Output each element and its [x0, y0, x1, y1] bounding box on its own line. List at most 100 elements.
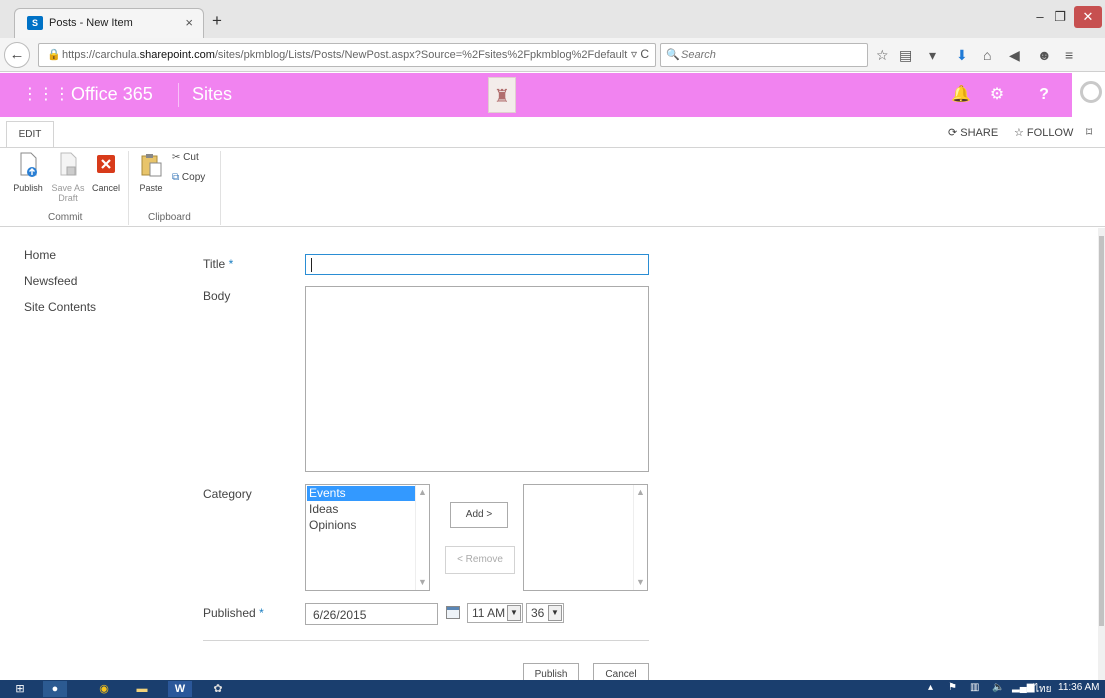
- published-date-input[interactable]: 6/26/2015: [305, 603, 438, 625]
- windows-taskbar: ⊞ ● ◉ ▬ W ✿ ▴ ⚑ ▥ 🔈 ▂▄▆ ไทย 11:36 AM: [0, 680, 1105, 698]
- office-365-brand[interactable]: Office 365: [71, 84, 153, 105]
- search-icon: 🔍: [666, 49, 680, 61]
- menu-icon[interactable]: ≡: [1065, 47, 1073, 63]
- chrome-icon[interactable]: ◉: [92, 681, 116, 697]
- close-window-button[interactable]: ✕: [1074, 6, 1102, 28]
- suite-bar: ⋮⋮⋮ Office 365 Sites ♜ 🔔 ⚙ ?: [0, 73, 1105, 117]
- category-selected-list[interactable]: ▲ ▼: [523, 484, 648, 591]
- tab-close-icon[interactable]: ×: [185, 15, 193, 30]
- search-input[interactable]: [681, 47, 861, 63]
- title-input[interactable]: [305, 254, 649, 275]
- url-text: https://carchula.sharepoint.com/sites/pk…: [62, 49, 628, 61]
- list-item-events[interactable]: Events: [307, 486, 415, 501]
- help-icon[interactable]: ?: [1027, 73, 1061, 117]
- category-label: Category: [203, 487, 252, 501]
- settings-gear-icon[interactable]: ⚙: [980, 73, 1014, 117]
- hour-select[interactable]: 11 AM ▼: [467, 603, 523, 623]
- list-item-opinions[interactable]: Opinions: [307, 518, 415, 533]
- publish-icon: [20, 152, 37, 177]
- site-logo-icon[interactable]: ♜: [488, 77, 516, 113]
- ribbon-tabs: EDIT ⟳ SHARE ☆ FOLLOW ⌑: [0, 117, 1105, 149]
- word-icon[interactable]: W: [168, 681, 192, 697]
- required-marker: *: [228, 257, 234, 271]
- tray-chevron-icon[interactable]: ▴: [928, 682, 933, 693]
- search-bar[interactable]: 🔍: [660, 43, 868, 67]
- scrollbar-thumb[interactable]: [1099, 236, 1104, 626]
- app-icon[interactable]: ✿: [206, 681, 230, 697]
- left-navigation: Home Newsfeed Site Contents: [24, 248, 96, 326]
- hour-value: 11 AM: [472, 606, 506, 620]
- cancel-ribbon-label: Cancel: [91, 183, 120, 193]
- download-icon[interactable]: ⬇: [956, 47, 968, 64]
- required-marker: *: [259, 606, 264, 620]
- network-icon[interactable]: ▥: [970, 682, 979, 693]
- focus-content-icon[interactable]: ⌑: [1086, 125, 1092, 139]
- cancel-ribbon-button[interactable]: Cancel: [89, 152, 123, 193]
- nav-item-home[interactable]: Home: [24, 248, 96, 274]
- publish-button[interactable]: Publish: [10, 152, 46, 193]
- copy-icon: ⧉: [172, 172, 180, 183]
- tab-title: Posts - New Item: [49, 17, 133, 29]
- share-icon[interactable]: ◀: [1009, 47, 1020, 64]
- body-label: Body: [203, 289, 231, 303]
- new-tab-button[interactable]: +: [212, 11, 222, 31]
- pocket-icon[interactable]: ▾: [929, 47, 936, 64]
- lock-icon: 🔒: [47, 49, 61, 61]
- calendar-icon[interactable]: [446, 606, 460, 619]
- save-as-draft-button[interactable]: Save As Draft: [49, 152, 87, 203]
- scissors-icon: ✂: [172, 152, 181, 163]
- category-available-list[interactable]: Events Ideas Opinions ▲ ▼: [305, 484, 430, 591]
- clock[interactable]: 11:36 AM: [1058, 682, 1100, 693]
- listbox-scrollbar[interactable]: ▲ ▼: [633, 485, 647, 590]
- remove-category-button[interactable]: < Remove: [445, 546, 515, 574]
- minute-value: 36: [531, 606, 545, 620]
- app-launcher-icon[interactable]: ⋮⋮⋮: [22, 87, 70, 103]
- browser-tab[interactable]: S Posts - New Item ×: [14, 8, 204, 38]
- suite-divider: [178, 83, 179, 107]
- url-bar[interactable]: 🔒 https://carchula.sharepoint.com/sites/…: [38, 43, 656, 67]
- page-scrollbar[interactable]: [1098, 228, 1105, 680]
- chat-icon[interactable]: ☻: [1037, 47, 1052, 63]
- share-button[interactable]: ⟳ SHARE: [948, 126, 998, 139]
- restore-button[interactable]: ❐: [1046, 6, 1074, 28]
- nav-item-newsfeed[interactable]: Newsfeed: [24, 274, 96, 300]
- reload-icon[interactable]: ▿ C: [631, 47, 649, 61]
- back-arrow-icon[interactable]: ←: [4, 42, 30, 68]
- signal-icon[interactable]: ▂▄▆: [1012, 682, 1034, 693]
- home-icon[interactable]: ⌂: [983, 47, 991, 63]
- clipboard-group-label: Clipboard: [148, 212, 191, 223]
- reading-list-icon[interactable]: ▤: [899, 47, 912, 64]
- paste-button[interactable]: Paste: [135, 152, 167, 193]
- body-editor[interactable]: [305, 286, 649, 472]
- paste-label: Paste: [139, 183, 163, 193]
- volume-icon[interactable]: 🔈: [992, 682, 1004, 693]
- avatar[interactable]: [1072, 73, 1105, 117]
- sites-link[interactable]: Sites: [192, 84, 232, 105]
- flag-icon[interactable]: ⚑: [948, 682, 957, 693]
- cut-button[interactable]: ✂ Cut: [172, 152, 199, 163]
- nav-item-site-contents[interactable]: Site Contents: [24, 300, 96, 326]
- follow-button[interactable]: ☆ FOLLOW: [1014, 126, 1073, 139]
- list-item-ideas[interactable]: Ideas: [307, 502, 415, 517]
- firefox-icon[interactable]: ●: [43, 681, 67, 697]
- file-explorer-icon[interactable]: ▬: [130, 681, 154, 697]
- listbox-scrollbar[interactable]: ▲ ▼: [415, 485, 429, 590]
- publish-label: Publish: [13, 183, 43, 193]
- share-icon-sp: ⟳: [948, 127, 961, 139]
- commit-group-label: Commit: [48, 212, 83, 223]
- follow-star-icon: ☆: [1014, 127, 1027, 139]
- add-category-button[interactable]: Add >: [450, 502, 508, 528]
- save-as-draft-label-1: Save As: [51, 183, 85, 193]
- language-indicator[interactable]: ไทย: [1034, 682, 1051, 697]
- sharepoint-favicon-icon: S: [27, 16, 43, 30]
- title-label: Title *: [203, 257, 234, 271]
- paste-icon: [141, 154, 162, 177]
- windows-start-icon[interactable]: ⊞: [8, 681, 32, 697]
- minute-select[interactable]: 36 ▼: [526, 603, 564, 623]
- star-icon[interactable]: ☆: [876, 47, 889, 64]
- copy-button[interactable]: ⧉ Copy: [172, 172, 205, 183]
- group-separator: [220, 151, 221, 225]
- chevron-down-icon: ▼: [507, 605, 521, 621]
- tab-edit[interactable]: EDIT: [6, 121, 54, 149]
- notification-bell-icon[interactable]: 🔔: [944, 73, 978, 117]
